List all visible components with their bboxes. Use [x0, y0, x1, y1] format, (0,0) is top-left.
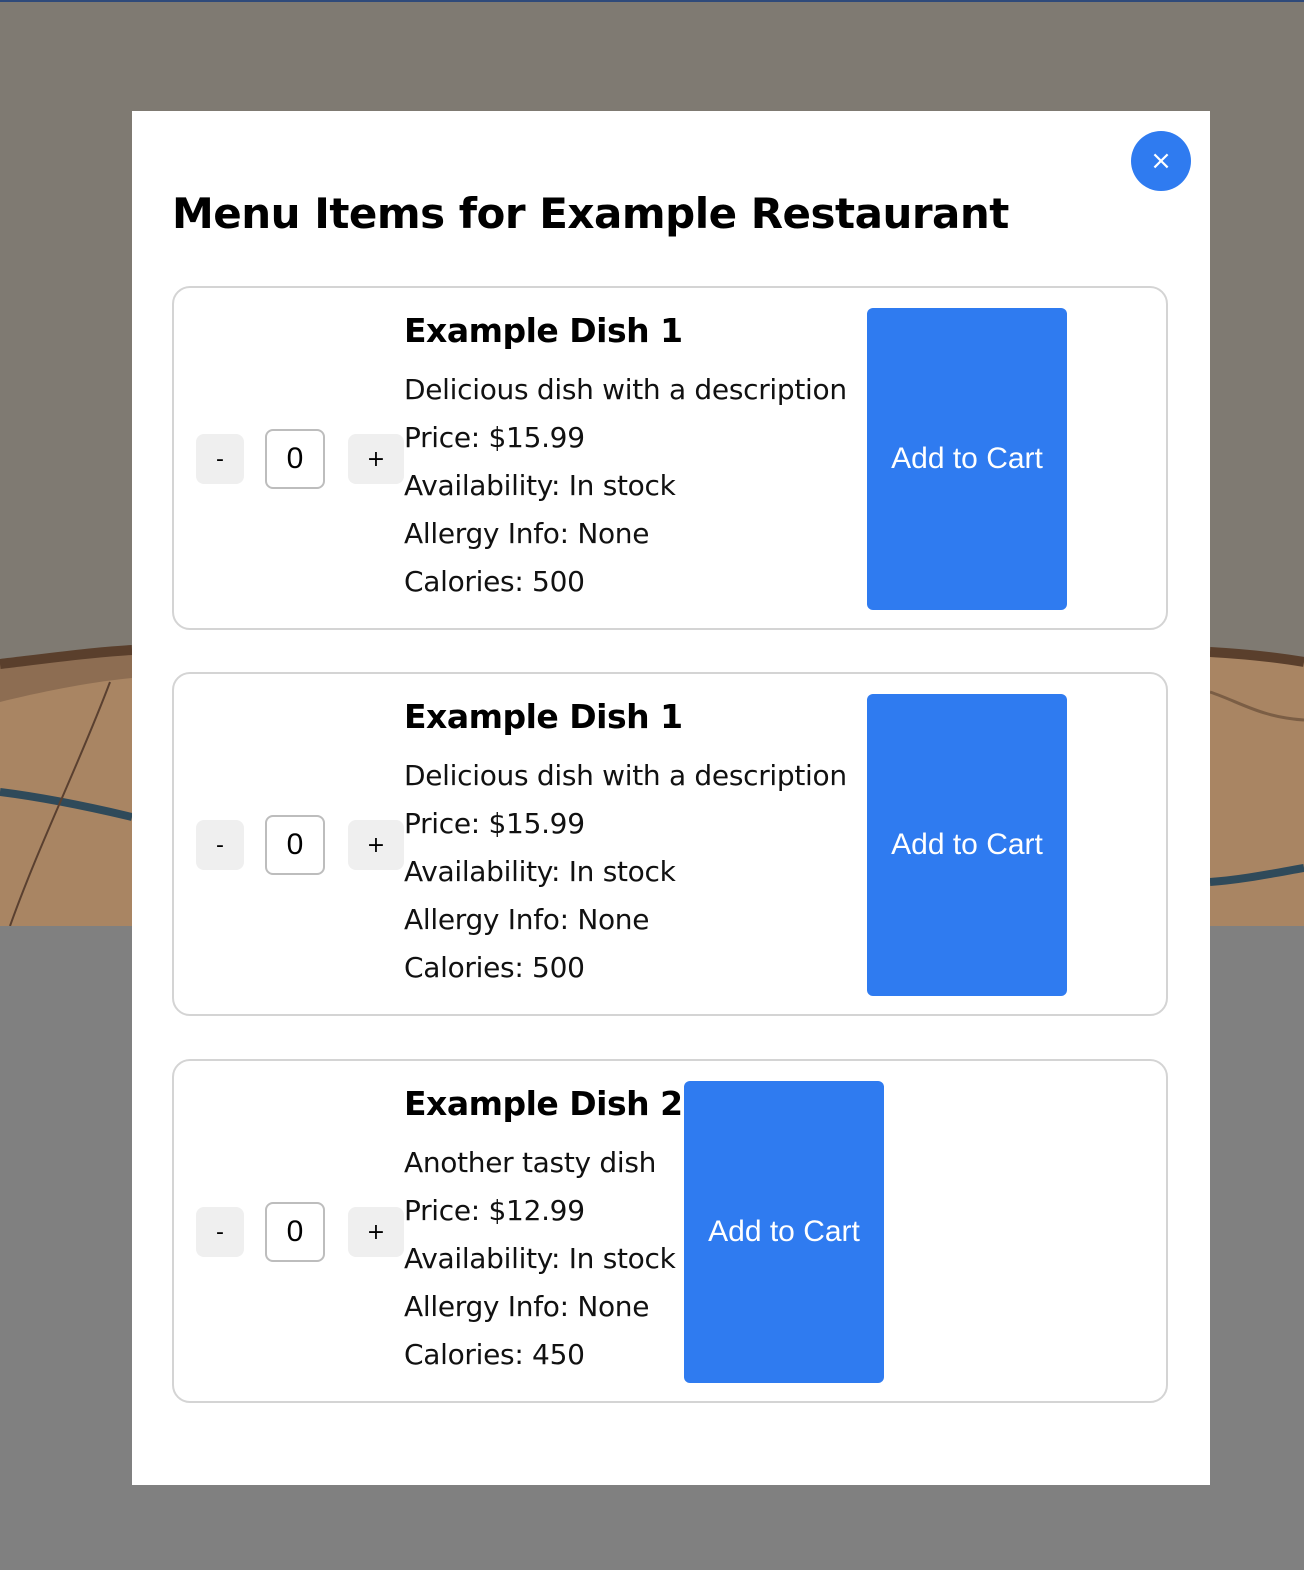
decrease-quantity-button[interactable]: -	[196, 1207, 244, 1257]
item-calories: Calories: 500	[404, 565, 585, 598]
decrease-quantity-button[interactable]: -	[196, 820, 244, 870]
item-description: Delicious dish with a description	[404, 373, 847, 406]
add-to-cart-button[interactable]: Add to Cart	[867, 694, 1067, 996]
add-to-cart-button[interactable]: Add to Cart	[684, 1081, 884, 1383]
item-details: Example Dish 2 Another tasty dish Price:…	[404, 1081, 683, 1379]
quantity-input[interactable]	[265, 815, 325, 875]
add-to-cart-button[interactable]: Add to Cart	[867, 308, 1067, 610]
item-description: Delicious dish with a description	[404, 759, 847, 792]
menu-item-card: - + Example Dish 1 Delicious dish with a…	[172, 286, 1168, 630]
item-name: Example Dish 1	[404, 697, 683, 736]
item-price: Price: $15.99	[404, 421, 585, 454]
item-availability: Availability: In stock	[404, 469, 676, 502]
close-button[interactable]: ×	[1131, 131, 1191, 191]
item-allergy-info: Allergy Info: None	[404, 517, 650, 550]
item-allergy-info: Allergy Info: None	[404, 1290, 650, 1323]
item-details: Example Dish 1 Delicious dish with a des…	[404, 694, 847, 992]
item-details: Example Dish 1 Delicious dish with a des…	[404, 308, 847, 606]
menu-modal: × Menu Items for Example Restaurant - + …	[132, 111, 1210, 1485]
quantity-input[interactable]	[265, 429, 325, 489]
item-calories: Calories: 450	[404, 1338, 585, 1371]
item-price: Price: $15.99	[404, 807, 585, 840]
increase-quantity-button[interactable]: +	[348, 434, 404, 484]
quantity-input[interactable]	[265, 1202, 325, 1262]
item-availability: Availability: In stock	[404, 1242, 676, 1275]
increase-quantity-button[interactable]: +	[348, 1207, 404, 1257]
modal-title: Menu Items for Example Restaurant	[172, 189, 1009, 238]
item-name: Example Dish 2	[404, 1084, 683, 1123]
item-name: Example Dish 1	[404, 311, 683, 350]
menu-item-card: - + Example Dish 1 Delicious dish with a…	[172, 672, 1168, 1016]
item-availability: Availability: In stock	[404, 855, 676, 888]
item-allergy-info: Allergy Info: None	[404, 903, 650, 936]
increase-quantity-button[interactable]: +	[348, 820, 404, 870]
item-calories: Calories: 500	[404, 951, 585, 984]
menu-item-card: - + Example Dish 2 Another tasty dish Pr…	[172, 1059, 1168, 1403]
item-description: Another tasty dish	[404, 1146, 657, 1179]
item-price: Price: $12.99	[404, 1194, 585, 1227]
decrease-quantity-button[interactable]: -	[196, 434, 244, 484]
